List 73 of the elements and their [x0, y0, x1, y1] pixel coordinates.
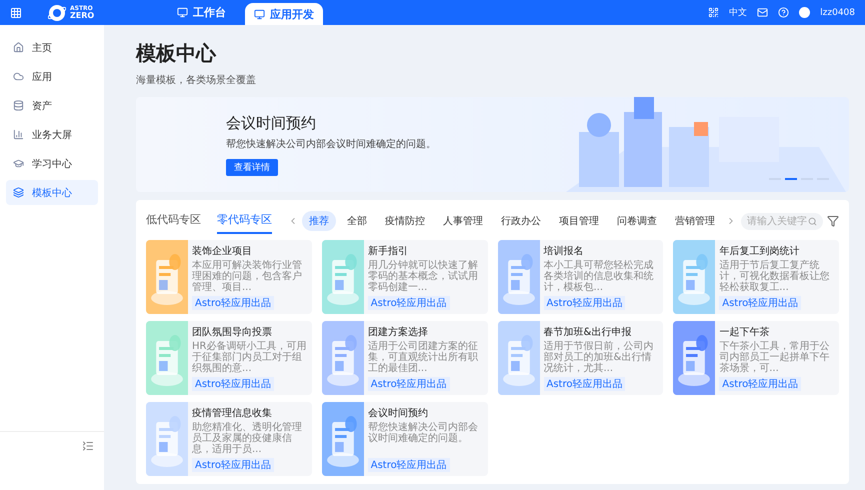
template-tag: Astro轻应用出品: [544, 296, 626, 310]
template-tag: Astro轻应用出品: [368, 377, 450, 391]
help-icon[interactable]: [778, 7, 790, 18]
template-title: 新手指引: [368, 244, 409, 258]
template-tag: Astro轻应用出品: [719, 296, 802, 310]
banner-text: 帮您快速解决公司内部会议时间难确定的问题。: [226, 138, 436, 150]
template-title: 团建方案选择: [368, 326, 429, 339]
search-icon[interactable]: [808, 216, 817, 226]
banner-title: 会议时间预约: [226, 114, 317, 132]
monitor-icon: [177, 7, 188, 18]
nav-tab[interactable]: 工作台: [168, 0, 235, 25]
sidebar-item[interactable]: 学习中心: [6, 151, 98, 176]
sidebar-item[interactable]: 业务大屏: [6, 122, 98, 147]
template-title: 装饰企业项目: [192, 244, 253, 258]
page-subtitle: 海量模板，各类场景全覆盖: [136, 74, 257, 87]
category-tab[interactable]: 问卷调查: [610, 211, 664, 231]
user-name[interactable]: lzz0408: [820, 8, 855, 18]
filter-icon[interactable]: [827, 215, 839, 227]
template-tag: Astro轻应用出品: [192, 377, 274, 391]
template-tag: Astro轻应用出品: [368, 296, 450, 310]
home-icon: [13, 42, 24, 53]
nav-tab[interactable]: 应用开发: [245, 3, 323, 25]
category-tab[interactable]: 营销管理: [668, 211, 722, 231]
collapse-icon[interactable]: [82, 440, 94, 452]
template-tag: Astro轻应用出品: [544, 377, 626, 391]
template-card[interactable]: 春节加班&出行申报 适用于节假日前，公司内部对员工的加班&出行情况统计，尤其... Astro轻应用出品: [498, 321, 664, 395]
language-label[interactable]: 中文: [729, 6, 748, 19]
template-title: 会议时间预约: [368, 406, 429, 420]
template-tag: Astro轻应用出品: [192, 296, 274, 310]
template-description: 用几分钟就可以快速了解零码的基本概念，试试用零码创建一...: [368, 260, 479, 294]
logo-text: ZERO: [70, 12, 94, 20]
category-tab[interactable]: 全部: [340, 211, 374, 231]
category-tab[interactable]: 人事管理: [436, 211, 490, 231]
avatar-icon[interactable]: [799, 7, 810, 18]
template-card[interactable]: 团队氛围导向投票 HR必备调研小工具，可用于征集部门内员工对于组织氛围的意... Astro轻应用出品: [146, 321, 312, 395]
sidebar-item[interactable]: 主页: [6, 35, 98, 60]
page-title: 模板中心: [136, 40, 218, 67]
zone-tab[interactable]: 低代码专区: [146, 208, 201, 234]
sidebar-item[interactable]: 模板中心: [6, 180, 98, 205]
apps-grid-icon[interactable]: [10, 6, 22, 18]
template-description: 下午茶小工具，常用于公司内部员工一起拼单下午茶场景，可...: [719, 341, 830, 375]
template-title: 一起下午茶: [719, 326, 770, 339]
template-description: 适用于节假日前，公司内部对员工的加班&出行情况统计，尤其...: [544, 341, 654, 375]
sidebar-item[interactable]: 资产: [6, 93, 98, 118]
template-title: 疫情管理信息收集: [192, 406, 273, 420]
template-card[interactable]: 新手指引 用几分钟就可以快速了解零码的基本概念，试试用零码创建一... Astro轻应用出品: [322, 240, 488, 314]
mail-icon[interactable]: [757, 7, 768, 18]
database-icon: [13, 100, 24, 111]
template-tag: Astro轻应用出品: [192, 458, 274, 472]
template-description: 助您精准化、透明化管理员工及家属的疫健康信息，适用于员...: [192, 422, 303, 456]
template-title: 年后复工到岗统计: [719, 244, 800, 258]
template-title: 培训报名: [544, 244, 584, 258]
cloud-icon: [13, 71, 24, 82]
category-tab[interactable]: 疫情防控: [378, 211, 432, 231]
template-title: 春节加班&出行申报: [544, 326, 632, 339]
category-tab[interactable]: 推荐: [302, 211, 336, 231]
qr-code-icon[interactable]: [708, 7, 720, 18]
graduation-cap-icon: [13, 158, 24, 169]
monitor-icon: [254, 8, 265, 20]
template-tag: Astro轻应用出品: [368, 458, 450, 472]
bar-chart-icon: [13, 129, 24, 140]
template-tag: Astro轻应用出品: [719, 377, 802, 391]
layers-icon: [13, 187, 24, 198]
category-tab[interactable]: 行政办公: [494, 211, 548, 231]
template-card[interactable]: 一起下午茶 下午茶小工具，常用于公司内部员工一起拼单下午茶场景，可... Astro轻应用出品: [673, 321, 839, 395]
zone-tab[interactable]: 零代码专区: [217, 208, 272, 234]
details-button[interactable]: 查看详情: [226, 158, 278, 176]
template-card[interactable]: 疫情管理信息收集 助您精准化、透明化管理员工及家属的疫健康信息，适用于员... Astro轻应用出品: [146, 402, 312, 476]
template-title: 团队氛围导向投票: [192, 326, 273, 339]
template-description: HR必备调研小工具，可用于征集部门内员工对于组织氛围的意...: [192, 341, 308, 375]
sidebar-item[interactable]: 应用: [6, 64, 98, 89]
category-tab[interactable]: 项目管理: [552, 211, 606, 231]
logo-icon: [48, 4, 66, 22]
